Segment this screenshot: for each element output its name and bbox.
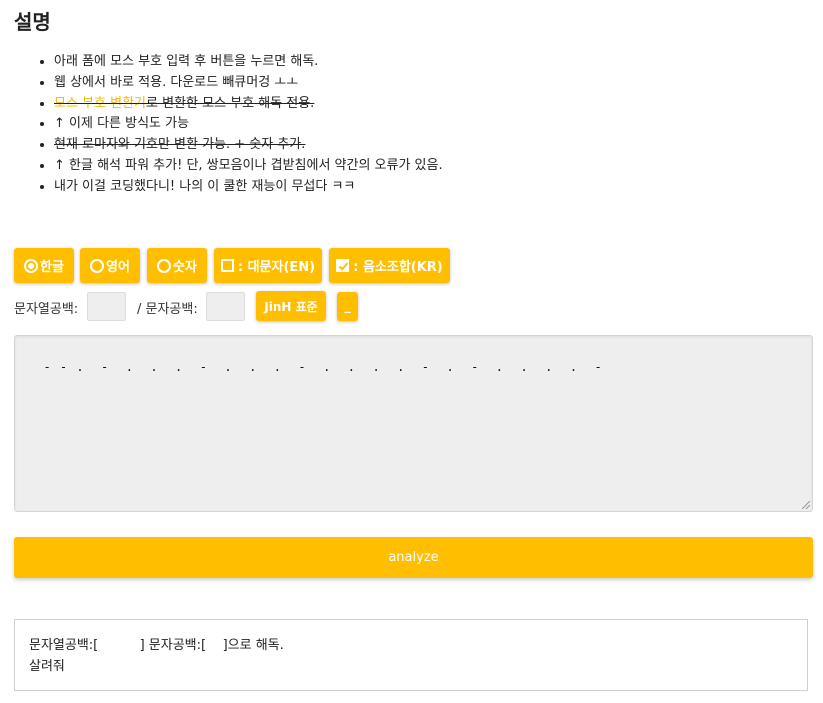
jinh-standard-button[interactable]: JinH 표준 (256, 291, 326, 321)
number-radio-button[interactable]: 숫자 (147, 248, 207, 283)
phoneme-label: : 음소조합(KR) (353, 260, 443, 275)
list-item: ↑ 이제 다른 방식도 가능 (54, 114, 443, 135)
analyze-button[interactable]: analyze (14, 537, 813, 578)
english-label: 영어 (106, 260, 130, 275)
checkbox-checked-icon (336, 259, 350, 272)
list-item: 모스 부호 변환기로 변환한 모스 부호 해독 전용. (54, 94, 443, 115)
result-output: 살려줘 (29, 659, 65, 674)
radio-unchecked-icon (157, 258, 172, 273)
morse-input-text: - - . - . . . - . . . - . . . . - . - . … (43, 360, 603, 374)
list-item: 아래 폼에 모스 부호 입력 후 버튼을 누르면 해독. (54, 52, 443, 73)
string-space-input[interactable] (87, 292, 126, 321)
list-item: 현재 로마자와 기호만 변환 가능. + 숫자 추가. (54, 135, 443, 156)
list-item: 내가 이걸 코딩했다니! 나의 이 쿨한 재능이 무섭다 ㅋㅋ (54, 177, 443, 198)
phoneme-checkbox-button[interactable]: : 음소조합(KR) (329, 248, 450, 283)
radio-checked-icon (24, 258, 39, 273)
string-space-label: 문자열공백: (14, 302, 79, 317)
result-box: 문자열공백:[ ] 문자공백:[ ]으로 해독. 살려줘 (14, 619, 808, 691)
number-label: 숫자 (173, 260, 197, 275)
page-title: 설명 (14, 10, 51, 34)
char-space-input[interactable] (206, 292, 245, 321)
list-item-text: 로 변환한 모스 부호 해독 전용. (146, 95, 315, 111)
char-space-label: / 문자공백: (137, 302, 198, 317)
resize-handle-icon[interactable] (802, 501, 810, 509)
uppercase-checkbox-button[interactable]: : 대문자(EN) (214, 248, 322, 283)
radio-unchecked-icon (90, 258, 105, 273)
list-item: 웹 상에서 바로 적용. 다운로드 빼큐머겅 ㅗㅗ (54, 73, 443, 94)
result-line: 문자열공백:[ ] 문자공백:[ ]으로 해독. (29, 638, 284, 653)
morse-converter-link[interactable]: 모스 부호 변환기 (54, 96, 146, 111)
list-item: ↑ 한글 해석 파워 추가! 단, 쌍모음이나 겹받침에서 약간의 오류가 있음… (54, 156, 443, 177)
underscore-button[interactable]: _ (337, 292, 358, 321)
description-list: 아래 폼에 모스 부호 입력 후 버튼을 누르면 해독. 웹 상에서 바로 적용… (34, 52, 443, 198)
korean-label: 한글 (40, 260, 64, 275)
korean-radio-button[interactable]: 한글 (14, 248, 74, 283)
uppercase-label: : 대문자(EN) (237, 260, 316, 275)
morse-input-textarea[interactable]: - - . - . . . - . . . - . . . . - . - . … (14, 335, 813, 512)
checkbox-unchecked-icon (220, 259, 234, 272)
english-radio-button[interactable]: 영어 (80, 248, 140, 283)
